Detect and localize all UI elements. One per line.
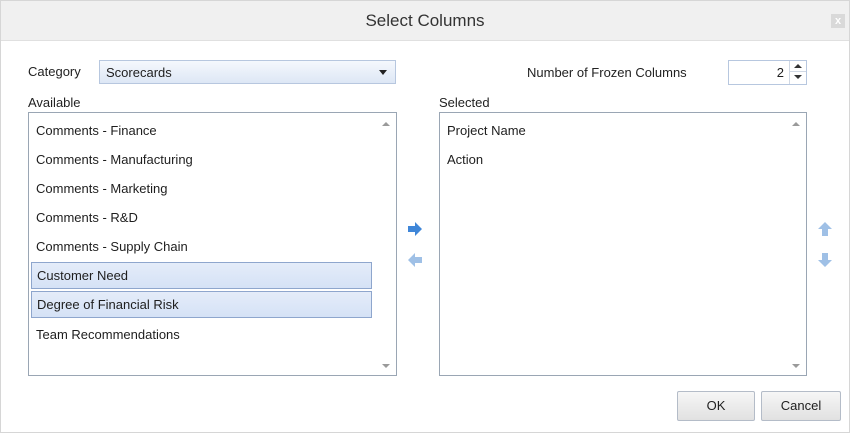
frozen-columns-value: 2: [776, 65, 784, 80]
scroll-down-icon[interactable]: [382, 364, 390, 368]
available-list[interactable]: Comments - Finance Comments - Manufactur…: [28, 112, 397, 376]
dialog-title: Select Columns: [365, 11, 485, 30]
scroll-down-icon[interactable]: [792, 364, 800, 368]
list-item[interactable]: Action: [442, 146, 483, 173]
cancel-button[interactable]: Cancel: [761, 391, 841, 421]
arrow-down-icon[interactable]: [817, 251, 833, 269]
scroll-up-icon[interactable]: [792, 122, 800, 126]
frozen-columns-label: Number of Frozen Columns: [527, 65, 687, 80]
scroll-up-icon[interactable]: [382, 122, 390, 126]
stepper-buttons: [789, 61, 806, 84]
list-item[interactable]: Comments - Marketing: [31, 175, 167, 202]
arrow-right-icon[interactable]: [406, 221, 424, 237]
select-columns-dialog: Select Columns x Category Scorecards Num…: [0, 0, 850, 433]
ok-button[interactable]: OK: [677, 391, 755, 421]
chevron-down-icon: [379, 70, 387, 75]
category-dropdown[interactable]: Scorecards: [99, 60, 396, 84]
list-item[interactable]: Comments - Manufacturing: [31, 146, 193, 173]
category-label: Category: [28, 64, 81, 79]
frozen-columns-stepper[interactable]: 2: [728, 60, 807, 85]
list-item-selected[interactable]: Degree of Financial Risk: [31, 291, 372, 318]
list-item[interactable]: Comments - Finance: [31, 117, 157, 144]
arrow-up-icon[interactable]: [817, 220, 833, 238]
stepper-down-icon[interactable]: [790, 72, 806, 83]
available-label: Available: [28, 95, 81, 110]
selected-label: Selected: [439, 95, 490, 110]
stepper-up-icon[interactable]: [790, 61, 806, 72]
list-item[interactable]: Project Name: [442, 117, 526, 144]
selected-list[interactable]: Project Name Action: [439, 112, 807, 376]
close-button[interactable]: x: [831, 14, 845, 28]
list-item[interactable]: Team Recommendations: [31, 321, 180, 348]
category-value: Scorecards: [106, 65, 172, 80]
title-bar: Select Columns x: [1, 1, 849, 41]
list-item-selected[interactable]: Customer Need: [31, 262, 372, 289]
list-item[interactable]: Comments - R&D: [31, 204, 138, 231]
list-item[interactable]: Comments - Supply Chain: [31, 233, 188, 260]
arrow-left-icon[interactable]: [406, 252, 424, 268]
